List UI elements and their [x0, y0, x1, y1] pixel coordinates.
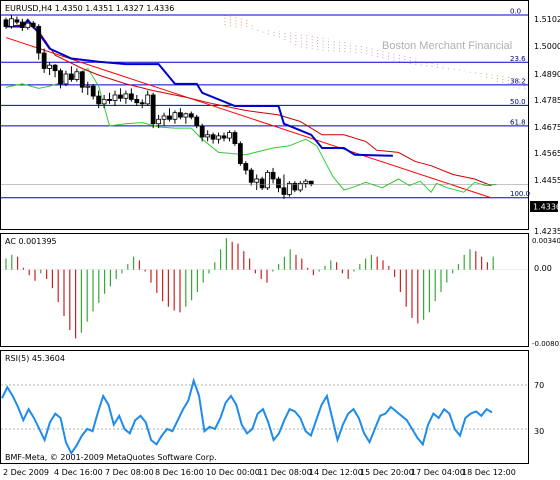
candle-body: [58, 70, 63, 85]
candle-body: [177, 112, 183, 118]
candle-body: [232, 132, 238, 145]
candle-body: [308, 180, 314, 185]
ac-tick-label: -0.00801: [532, 340, 560, 348]
price-tick-label: 1.4890: [534, 70, 560, 79]
candle-body: [41, 52, 47, 69]
candle-body: [303, 180, 309, 184]
candle-body: [227, 132, 232, 139]
candle-body: [188, 113, 194, 118]
price-chart-title: EURUSD,H4 1.4350 1.4351 1.4327 1.4336: [5, 4, 174, 13]
candle-body: [243, 163, 249, 171]
fib-level-label: 23.6: [510, 55, 526, 63]
price-tick-label: 1.5102: [534, 15, 560, 24]
time-axis-label: 4 Dec 16:00: [54, 468, 103, 477]
ac-tick-label: 0.00: [534, 264, 552, 273]
ac-tick-label: 0.003409: [532, 237, 560, 245]
watermark-text: Boston Merchant Financial: [382, 40, 512, 52]
candle-body: [205, 134, 211, 138]
fib-level-label: 50.0: [510, 98, 526, 106]
time-axis-label: 8 Dec 16:00: [155, 468, 204, 477]
current-price-label: 1.4336: [533, 203, 560, 212]
candle-body: [123, 93, 129, 99]
candle-body: [199, 125, 205, 138]
fib-level-label: 38.2: [510, 77, 526, 85]
time-axis-label: 15 Dec 20:00: [360, 468, 414, 477]
candle-body: [156, 118, 162, 125]
candle-body: [161, 115, 167, 120]
candle-body: [183, 113, 189, 118]
candle-body: [19, 21, 25, 28]
candle-body: [3, 19, 9, 27]
candle-body: [145, 94, 151, 105]
time-axis-label: 11 Dec 08:00: [258, 468, 312, 477]
rsi-tick-label: 30: [534, 427, 544, 436]
candle-body: [85, 85, 91, 88]
candle-body: [30, 22, 36, 27]
candle-body: [265, 171, 271, 189]
candle-body: [74, 71, 80, 80]
candle-body: [286, 182, 292, 195]
candle-body: [14, 19, 20, 23]
candle-body: [281, 187, 287, 195]
time-axis-label: 10 Dec 00:00: [206, 468, 260, 477]
candle-body: [112, 94, 118, 101]
candle-body: [194, 116, 200, 127]
price-tick-label: 1.4785: [534, 96, 560, 105]
candle-body: [134, 99, 140, 104]
fib-level-label: 100.0: [510, 190, 530, 198]
candle-body: [69, 73, 74, 80]
time-axis: 2 Dec 2009 4 Dec 16:00 7 Dec 08:00 8 Dec…: [3, 468, 516, 477]
candle-body: [167, 115, 172, 120]
candle-body: [96, 95, 102, 105]
candle-body: [25, 22, 31, 28]
rsi-indicator-title: RSI(5) 45.3604: [5, 354, 65, 363]
candle-body: [221, 135, 227, 139]
candle-body: [259, 178, 265, 189]
time-axis-label: 2 Dec 2009: [3, 468, 49, 477]
candle-body: [118, 94, 123, 99]
candle-body: [270, 171, 276, 180]
copyright-footer: BMF-Meta, © 2001-2009 MetaQuotes Softwar…: [5, 453, 217, 462]
candle-body: [150, 94, 156, 125]
candle-body: [101, 99, 107, 105]
candle-body: [52, 64, 58, 72]
candle-body: [90, 85, 96, 97]
chart-workspace: 0.0 23.6 38.2 50.0 61.8 100.0 EURUSD,H4 1.435…: [0, 0, 560, 477]
price-tick-label: 1.5000: [534, 42, 560, 51]
candle-body: [210, 134, 216, 140]
price-tick-label: 1.4675: [534, 123, 560, 132]
ac-pane-frame: [0, 233, 529, 347]
candle-body: [139, 102, 145, 105]
time-axis-label: 18 Dec 12:00: [462, 468, 516, 477]
candle-body: [128, 93, 134, 100]
candle-body: [237, 143, 243, 164]
candle-body: [63, 73, 69, 85]
candle-body: [248, 169, 254, 183]
price-tick-label: 1.4235: [534, 227, 560, 236]
candle-body: [79, 71, 85, 88]
candle-body: [172, 112, 178, 120]
ac-indicator-title: AC 0.001395: [5, 237, 57, 246]
candle-body: [107, 99, 112, 101]
candle-body: [47, 64, 52, 69]
price-tick-label: 1.4565: [534, 149, 560, 158]
time-axis-label: 7 Dec 08:00: [105, 468, 154, 477]
candle-body: [276, 178, 281, 189]
fib-level-label: 0.0: [510, 8, 521, 16]
candle-body: [36, 26, 42, 54]
candle-body: [9, 18, 14, 27]
candle-body: [254, 178, 260, 183]
candle-body: [216, 135, 221, 140]
rsi-tick-label: 70: [534, 381, 544, 390]
time-axis-label: 17 Dec 04:00: [411, 468, 465, 477]
rsi-pane-frame: [0, 350, 529, 464]
price-tick-label: 1.4455: [534, 176, 560, 185]
time-axis-label: 14 Dec 12:00: [309, 468, 363, 477]
fib-level-label: 61.8: [510, 118, 526, 126]
price-pane-frame: [0, 0, 529, 230]
